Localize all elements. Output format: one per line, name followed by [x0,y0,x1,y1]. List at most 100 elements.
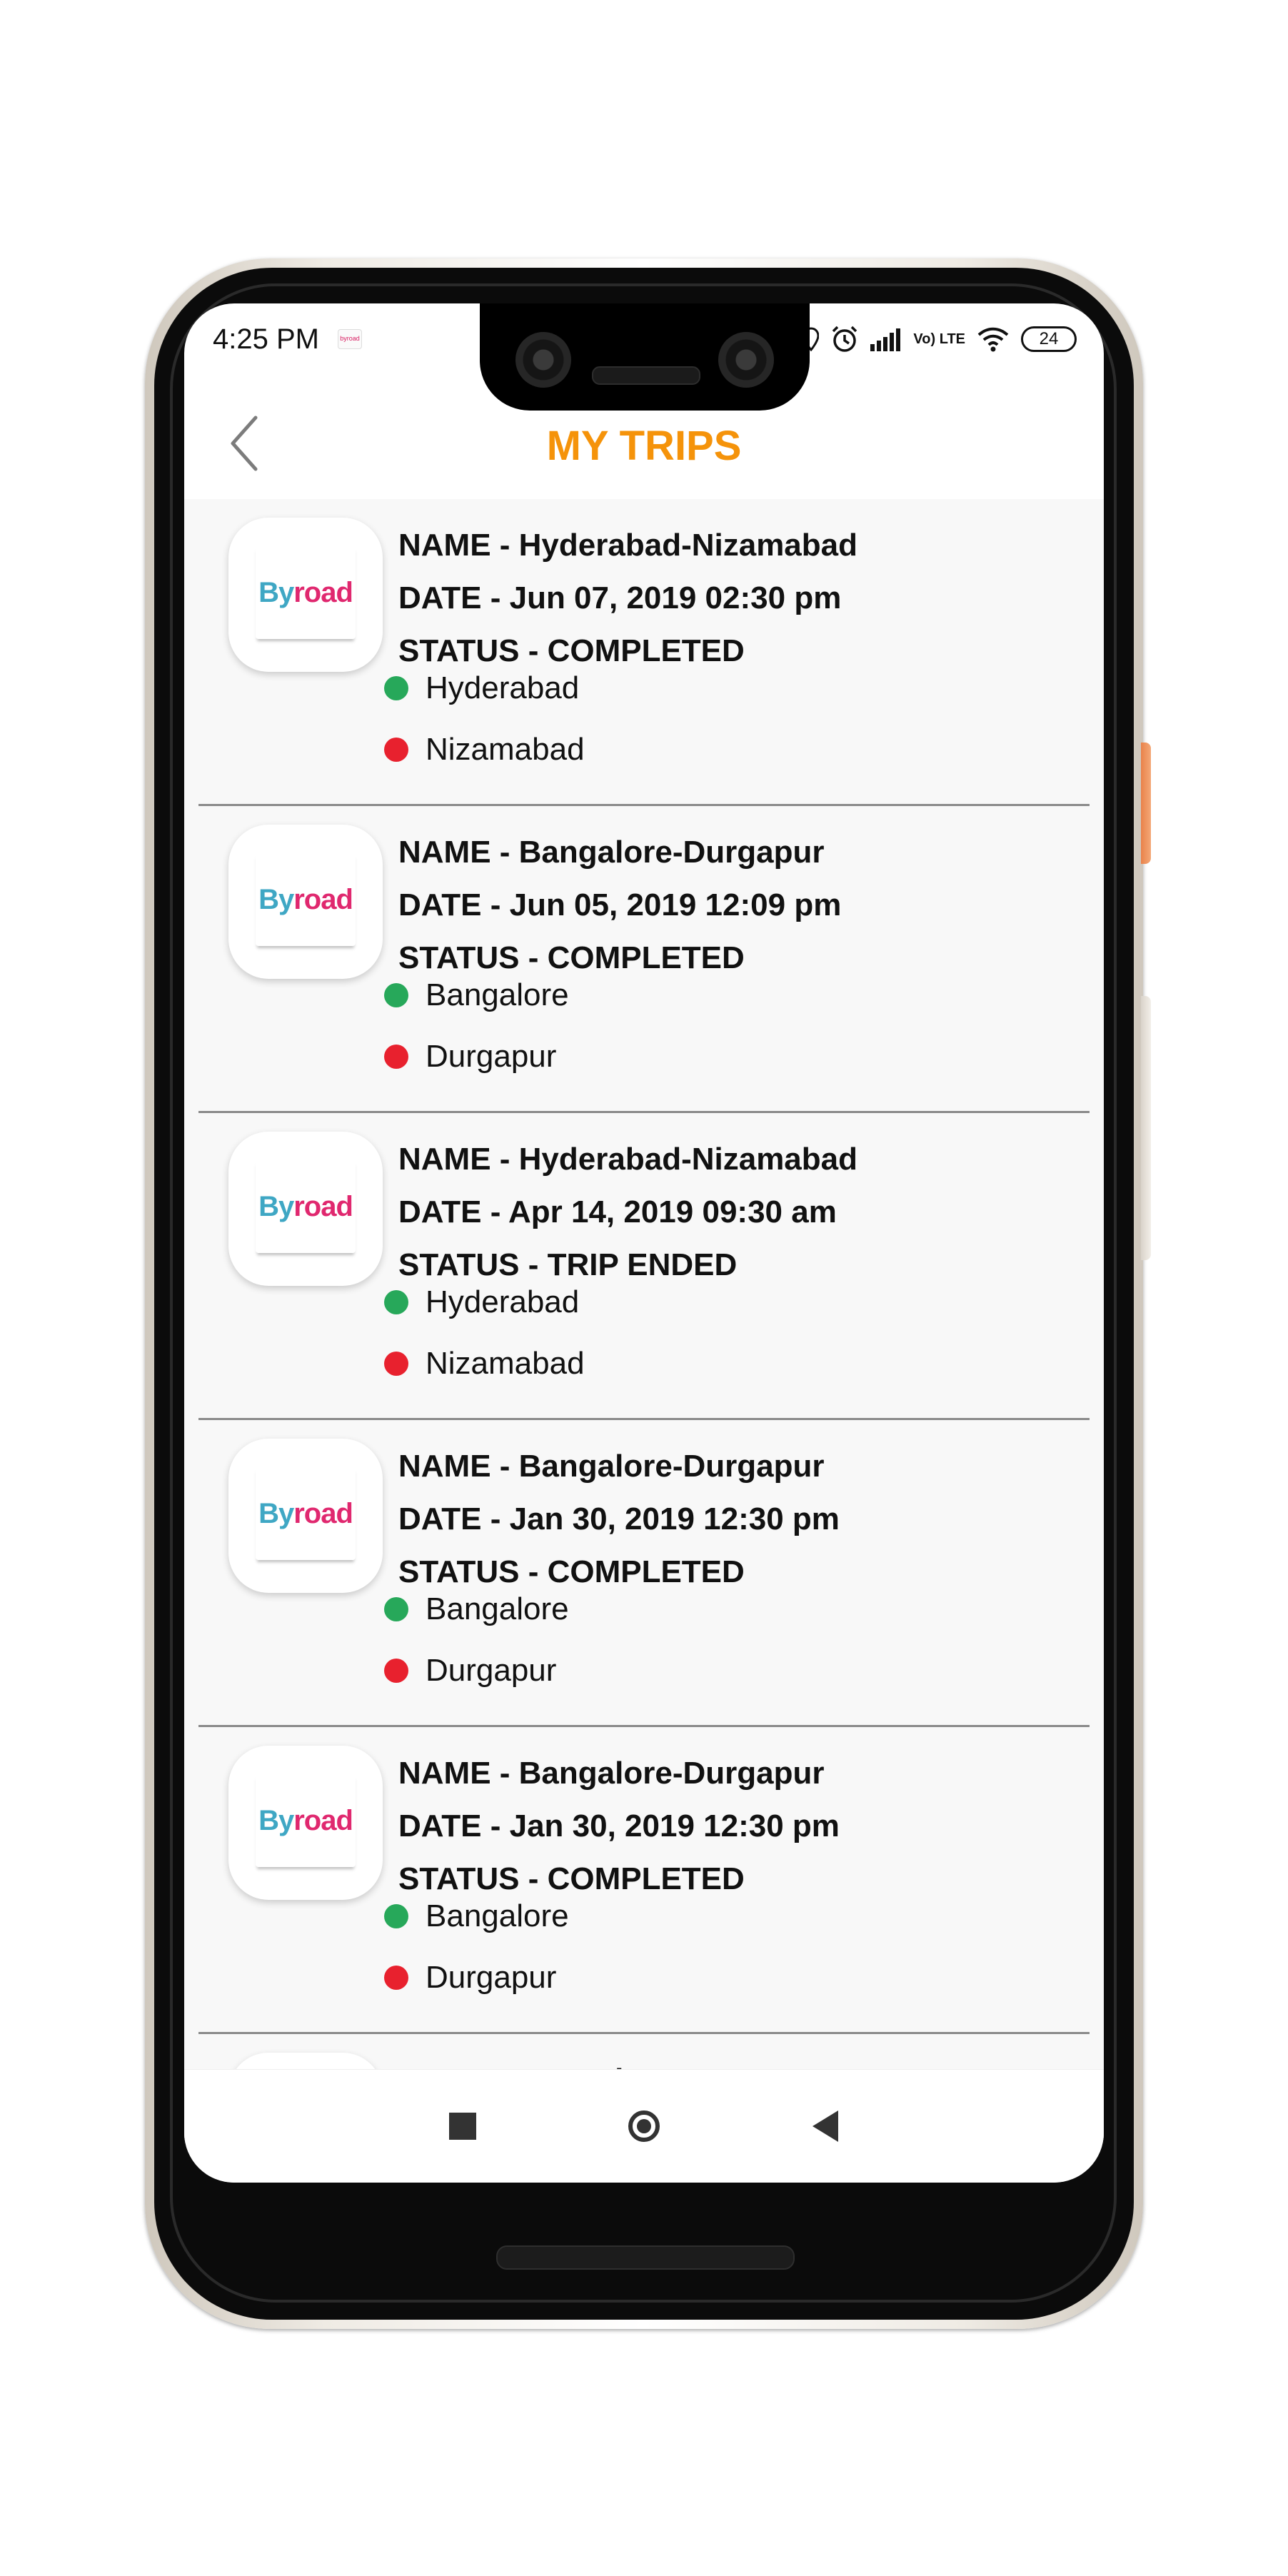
trip-date: DATE - Jan 30, 2019 12:30 pm [398,1808,840,1843]
origin-dot-icon [384,983,408,1007]
trip-details: NAME - Hyderabad-Nizamabad DATE - Jun 07… [398,519,857,678]
camera-notch [480,303,810,411]
destination-label: Nizamabad [426,1346,585,1381]
logo-road-text: road [293,883,353,915]
home-button[interactable] [621,2103,667,2149]
destination-dot-icon [384,1659,408,1683]
trip-status: STATUS - COMPLETED [398,1554,745,1589]
byroad-logo-badge: By road [256,1467,356,1560]
trip-name: NAME - Bangalore-Durgapur [398,2054,824,2070]
trip-details: NAME - Bangalore-Durgapur DATE - Jan 30,… [398,1747,840,1906]
origin-dot-icon [384,676,408,700]
triangle-back-icon [812,2110,838,2142]
logo-by-text: By [258,1804,294,1836]
trip-destination: Durgapur [384,1039,556,1075]
trip-date: DATE - Apr 14, 2019 09:30 am [398,1194,837,1229]
system-nav-bar [184,2070,1104,2183]
circle-icon [628,2110,660,2142]
logo-by-text: By [258,883,294,915]
trip-item[interactable]: By road NAME - Bangalore-Durgapur DATE - … [198,806,1090,1113]
byroad-logo: Byroad [228,1132,383,1286]
logo-by-text: By [258,1497,294,1529]
trip-item[interactable]: By road NAME - Bangalore-Durgapur DATE - … [198,1420,1090,1727]
status-time: 4:25 PM [213,323,319,355]
alarm-icon [830,325,859,353]
byroad-logo: Byroad [228,1746,383,1900]
nav-back-button[interactable] [803,2103,848,2149]
trip-item[interactable]: By road NAME - Hyderabad-Nizamabad DATE -… [198,499,1090,806]
byroad-logo: Byroad [228,825,383,979]
logo-by-text: By [258,576,294,608]
trip-details: NAME - Bangalore-Durgapur DATE - Jan 30,… [398,1440,840,1599]
origin-dot-icon [384,1290,408,1314]
origin-label: Bangalore [426,977,569,1012]
trip-date: DATE - Jan 30, 2019 12:30 pm [398,1501,840,1536]
trip-origin: Hyderabad [384,670,579,706]
destination-dot-icon [384,1352,408,1376]
trip-destination: Nizamabad [384,1346,585,1382]
trip-status: STATUS - COMPLETED [398,1861,745,1896]
byroad-notification-icon: byroad [338,329,362,349]
trip-name: NAME - Bangalore-Durgapur [398,1756,825,1791]
destination-label: Durgapur [426,1960,557,1995]
trip-details: NAME - Hyderabad-Nizamabad DATE - Apr 14… [398,1133,857,1292]
screen: 4:25 PM byroad Vo) LTE 24 MY TRIPS By ro… [184,303,1104,2183]
trip-name: NAME - Hyderabad-Nizamabad [398,528,858,563]
trip-destination: Durgapur [384,1653,556,1689]
origin-label: Hyderabad [426,1284,580,1319]
origin-label: Bangalore [426,1898,569,1933]
destination-dot-icon [384,738,408,762]
origin-label: Bangalore [426,1591,569,1626]
byroad-logo-badge: By road [256,1774,356,1867]
signal-icon [870,327,902,351]
logo-road-text: road [293,1804,353,1836]
square-icon [449,2113,476,2140]
page-title: MY TRIPS [546,423,742,469]
bottom-speaker [496,2245,795,2270]
trip-status: STATUS - COMPLETED [398,633,745,668]
trip-origin: Bangalore [384,977,569,1013]
earpiece [592,366,700,385]
origin-dot-icon [384,1904,408,1928]
status-icons: Vo) LTE 24 [803,319,1077,359]
volume-button [1141,996,1151,1260]
origin-dot-icon [384,1597,408,1621]
trip-status: STATUS - COMPLETED [398,940,745,975]
byroad-logo-badge: By road [256,1160,356,1253]
recents-button[interactable] [440,2103,485,2149]
trip-origin: Bangalore [384,1898,569,1934]
power-button [1141,743,1151,864]
trip-item[interactable]: By road NAME - Bangalore-Durgapur DATE - … [198,1727,1090,2034]
trip-date: DATE - Jun 05, 2019 12:09 pm [398,887,842,922]
destination-label: Nizamabad [426,732,585,767]
volte-lte-icon: Vo) LTE [913,331,965,347]
trip-name: NAME - Bangalore-Durgapur [398,1449,825,1484]
byroad-logo: Byroad [228,1439,383,1593]
trip-details: NAME - Bangalore-Durgapur DATE - Jun 05,… [398,826,841,985]
trip-origin: Bangalore [384,1591,569,1627]
trip-destination: Nizamabad [384,732,585,768]
byroad-logo: Byroad [228,2053,383,2070]
trip-origin: Hyderabad [384,1284,579,1320]
byroad-logo-badge: By road [256,853,356,946]
origin-label: Hyderabad [426,670,580,705]
trip-status: STATUS - TRIP ENDED [398,1247,738,1282]
logo-road-text: road [293,1497,353,1529]
trip-item[interactable]: By road NAME - Hyderabad-Nizamabad DATE -… [198,1113,1090,1420]
wifi-icon [977,326,1010,352]
trip-item-partial[interactable]: Byroad NAME - Bangalore-Durgapur [198,2034,1090,2070]
logo-road-text: road [293,576,353,608]
destination-label: Durgapur [426,1039,557,1074]
byroad-logo-badge: By road [256,546,356,639]
trip-name: NAME - Hyderabad-Nizamabad [398,1142,858,1177]
destination-dot-icon [384,1045,408,1069]
logo-by-text: By [258,1190,294,1222]
destination-dot-icon [384,1966,408,1990]
trip-name: NAME - Bangalore-Durgapur [398,835,825,870]
logo-road-text: road [293,1190,353,1222]
destination-label: Durgapur [426,1653,557,1688]
trip-date: DATE - Jun 07, 2019 02:30 pm [398,580,842,615]
trip-destination: Durgapur [384,1960,556,1996]
byroad-logo: Byroad [228,518,383,672]
trip-list[interactable]: By road NAME - Hyderabad-Nizamabad DATE -… [184,499,1104,2070]
